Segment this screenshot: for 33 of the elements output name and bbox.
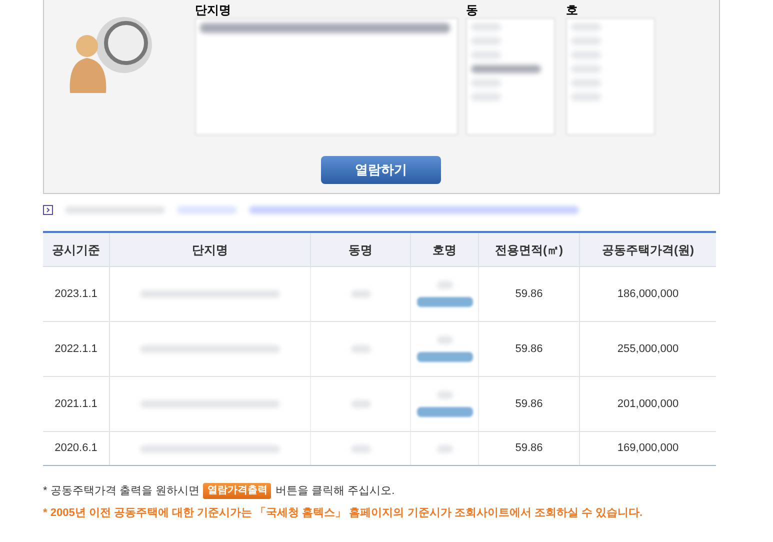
column-header: 공시기준 <box>43 233 110 266</box>
table-cell: 2020.6.1 <box>43 432 110 465</box>
column-header: 전용면적(㎡) <box>479 233 580 266</box>
field-label: 동 <box>466 4 479 17</box>
warning-text: * 2005년 이전 공동주택에 대한 기준시가는 「국세청 홈텍스」 홈페이지의 기준시가 조회사이트에서 조회하실 수 있습니다. <box>43 506 643 520</box>
table-cell: 59.86 <box>479 322 580 376</box>
table-cell-text: 255,000,000 <box>616 342 680 357</box>
column-header: 호명 <box>411 233 479 266</box>
blurred-button[interactable] <box>416 352 472 362</box>
list-box[interactable] <box>466 18 555 135</box>
list-box[interactable] <box>566 18 655 135</box>
table-cell: 2023.1.1 <box>43 267 110 321</box>
view-button[interactable]: 열람하기 <box>321 156 441 184</box>
column-header: 단지명 <box>110 233 311 266</box>
table-cell: 59.86 <box>479 377 580 431</box>
table-cell: 59.86 <box>479 432 580 465</box>
field-label: 호 <box>566 4 579 17</box>
chevron-right-icon <box>43 205 53 215</box>
blurred-button[interactable] <box>416 407 472 417</box>
column-header: 동명 <box>311 233 411 266</box>
table-cell: 2022.1.1 <box>43 322 110 376</box>
table-cell: 2021.1.1 <box>43 377 110 431</box>
field-label: 단지명 <box>195 4 232 17</box>
list-box[interactable] <box>195 18 458 135</box>
blurred-button[interactable] <box>416 297 472 307</box>
print-price-button[interactable]: 열람가격출력 <box>203 483 272 500</box>
table-cell-text: 201,000,000 <box>616 396 680 412</box>
table-cell: 59.86 <box>479 267 580 321</box>
note-text: * 공동주택가격 출력을 원하시면 <box>43 484 200 499</box>
table-cell-text: 186,000,000 <box>616 286 680 302</box>
note-text: 버튼을 클릭해 주십시오. <box>275 484 395 499</box>
table-cell-text: 169,000,000 <box>616 441 680 456</box>
column-header: 공동주택가격(원) <box>601 242 695 258</box>
